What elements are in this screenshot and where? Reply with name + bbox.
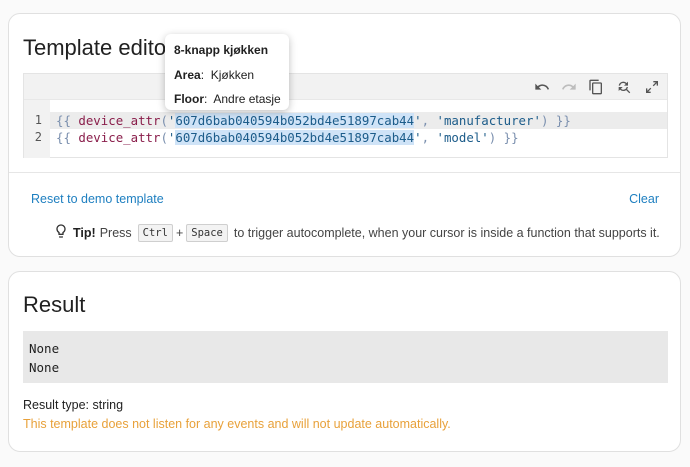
result-card: Result None None Result type: string Thi… — [8, 271, 681, 452]
tooltip-area-row: Area: Kjøkken — [174, 68, 255, 82]
line-number: 2 — [34, 130, 42, 144]
code-line-1[interactable]: {{ device_attr('607d6bab040594b052bd4e51… — [56, 112, 571, 129]
device-tooltip: 8-knapp kjøkken Area: Kjøkken Floor: And… — [165, 34, 289, 110]
code-line-2[interactable]: {{ device_attr('607d6bab040594b052bd4e51… — [56, 129, 519, 146]
tip-press-text: Press — [99, 225, 132, 240]
editor-card-title: Template editor — [23, 35, 174, 60]
line-gutter: 1 2 — [24, 100, 50, 158]
clear-button[interactable]: Clear — [629, 192, 659, 206]
result-output: None None — [23, 331, 668, 383]
autocomplete-tip: Tip! Press Ctrl + Space to trigger autoc… — [53, 222, 660, 243]
result-card-title: Result — [23, 292, 86, 317]
undo-icon[interactable] — [533, 78, 551, 96]
code-editor[interactable]: 1 2 {{ device_attr('607d6bab040594b052bd… — [23, 73, 668, 158]
listener-warning: This template does not listen for any ev… — [23, 417, 451, 431]
line-number: 1 — [34, 113, 42, 127]
plus-sign: + — [175, 225, 184, 240]
tooltip-title: 8-knapp kjøkken — [174, 43, 269, 57]
ctrl-key: Ctrl — [137, 223, 173, 242]
copy-icon[interactable] — [587, 78, 605, 96]
fullscreen-icon[interactable] — [643, 78, 661, 96]
result-type: Result type: string — [23, 398, 124, 412]
card-divider — [9, 172, 680, 173]
tip-label: Tip! — [73, 225, 96, 240]
search-replace-icon[interactable] — [615, 78, 633, 96]
lightbulb-icon — [53, 222, 69, 243]
tip-text: to trigger autocomplete, when your curso… — [233, 225, 660, 240]
editor-toolbar — [24, 74, 667, 100]
result-line: None — [29, 360, 60, 375]
template-editor-card: Template editor 1 2 {{ device_attr('607d… — [8, 13, 681, 257]
reset-demo-template-button[interactable]: Reset to demo template — [31, 192, 164, 206]
result-line: None — [29, 341, 60, 356]
redo-icon[interactable] — [560, 78, 578, 96]
tooltip-floor-row: Floor: Andre etasje — [174, 92, 281, 106]
space-key: Space — [186, 223, 228, 242]
